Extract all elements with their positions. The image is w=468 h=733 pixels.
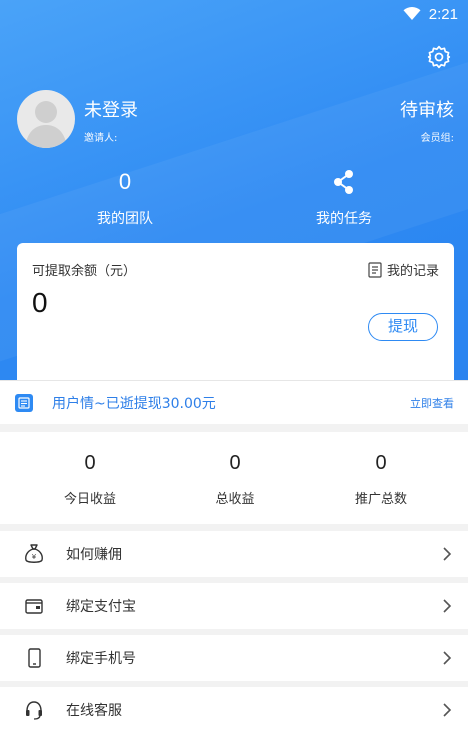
svg-text:¥: ¥ [32,553,37,561]
balance-card: 可提取余额（元） 0 我的记录 提现 [17,243,454,393]
total-earnings-value: 0 [229,452,241,474]
referral-total-value: 0 [375,452,387,474]
inviter-label: 邀请人: [84,133,118,144]
user-silhouette-icon [25,101,67,148]
gear-icon[interactable] [426,44,452,70]
withdraw-button[interactable]: 提现 [368,313,438,341]
notice-text: 用户情~已逝提现30.00元 [52,395,216,412]
money-bag-icon: ¥ [22,542,46,566]
status-bar: 2:21 [268,0,468,28]
status-time: 2:21 [428,5,458,23]
wallet-icon [22,594,46,618]
notice-bar[interactable]: 用户情~已逝提现30.00元 立即查看 [0,380,468,424]
member-group-label: 会员组: [420,133,454,144]
balance-title: 可提取余额（元） [32,264,137,279]
menu-item-bind-alipay[interactable]: 绑定支付宝 [0,583,468,629]
menu-item-customer-service[interactable]: 在线客服 [0,687,468,733]
menu-label: 绑定手机号 [66,651,136,667]
review-status: 待审核 [400,100,454,121]
chevron-right-icon [443,703,452,717]
total-earnings: 0 总收益 [157,450,313,507]
chevron-right-icon [443,599,452,613]
referral-total: 0 推广总数 [303,450,459,507]
earnings-panel: 0 今日收益 0 总收益 0 推广总数 [0,432,468,524]
menu-item-how-to-earn[interactable]: ¥ 如何赚佣 [0,531,468,577]
menu-label: 如何赚佣 [66,547,122,563]
referral-total-label: 推广总数 [354,492,407,507]
notice-icon [15,393,33,412]
share-icon [334,170,353,194]
today-earnings-label: 今日收益 [63,492,116,507]
today-earnings: 0 今日收益 [12,450,168,507]
document-icon [368,261,382,278]
today-earnings-value: 0 [84,452,96,474]
view-now-link[interactable]: 立即查看 [410,395,454,411]
total-earnings-label: 总收益 [215,492,255,507]
team-label: 我的团队 [97,211,153,227]
chevron-right-icon [443,651,452,665]
team-count: 0 [118,169,132,194]
my-team-button[interactable]: 0 我的团队 [8,168,242,228]
phone-icon [22,646,46,670]
my-records-link[interactable]: 我的记录 [368,260,439,279]
balance-amount: 0 [32,287,48,318]
menu-label: 绑定支付宝 [66,599,136,615]
menu-label: 在线客服 [66,703,122,719]
records-label: 我的记录 [386,264,439,279]
tasks-label: 我的任务 [316,211,372,227]
wifi-icon [403,7,421,20]
chevron-right-icon [443,547,452,561]
my-tasks-button[interactable]: 我的任务 [227,168,461,228]
username[interactable]: 未登录 [84,96,138,122]
headset-icon [22,698,46,722]
menu-item-bind-phone[interactable]: 绑定手机号 [0,635,468,681]
avatar[interactable] [17,90,75,148]
